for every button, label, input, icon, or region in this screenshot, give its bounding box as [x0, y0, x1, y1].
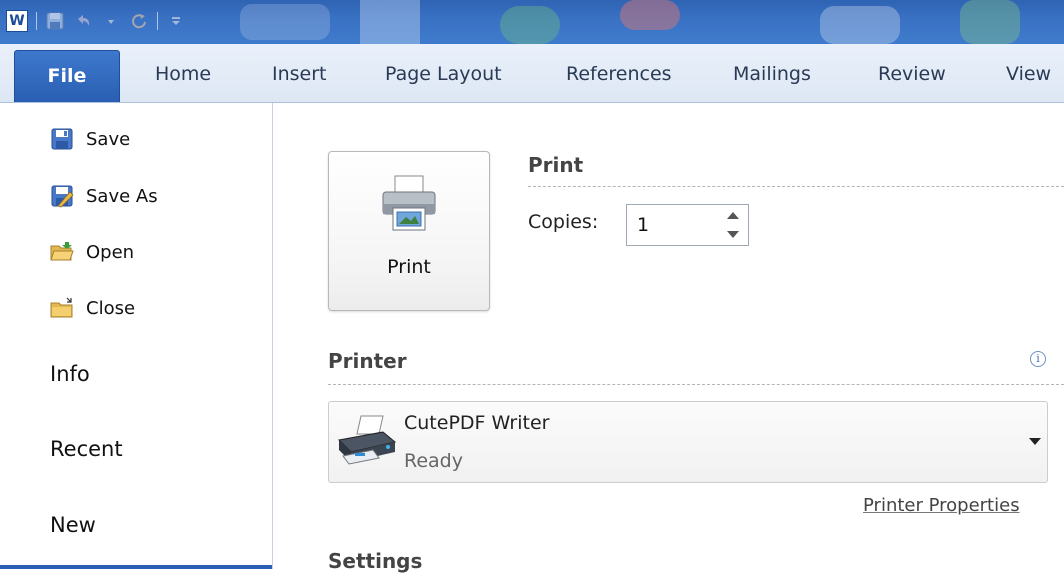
- save-icon[interactable]: [45, 11, 65, 31]
- spin-down-icon[interactable]: [727, 231, 739, 238]
- redo-icon[interactable]: [129, 11, 149, 31]
- save-icon: [50, 127, 74, 151]
- tab-review[interactable]: Review: [878, 58, 946, 90]
- print-button-label: Print: [387, 256, 431, 278]
- tab-view[interactable]: View: [1006, 58, 1051, 90]
- section-divider: [328, 384, 1064, 385]
- tab-page-layout[interactable]: Page Layout: [385, 58, 502, 90]
- printer-section-title: Printer: [328, 349, 407, 373]
- toolbar-separator: [36, 12, 37, 30]
- tab-home[interactable]: Home: [155, 58, 211, 90]
- chevron-down-icon[interactable]: [101, 11, 121, 31]
- printer-name: CutePDF Writer: [404, 412, 550, 434]
- customize-icon[interactable]: [166, 11, 186, 31]
- print-section-title: Print: [528, 153, 584, 177]
- title-bar: W: [0, 0, 1064, 44]
- save-as-icon: [50, 184, 74, 208]
- nav-tab-info[interactable]: Info: [50, 362, 90, 386]
- open-folder-icon: [50, 240, 74, 264]
- section-divider: [528, 186, 1064, 187]
- chevron-down-icon[interactable]: [1029, 438, 1041, 445]
- close-command[interactable]: Close: [50, 292, 135, 324]
- open-command[interactable]: Open: [50, 236, 134, 268]
- printer-icon: [379, 174, 439, 234]
- nav-tab-new[interactable]: New: [50, 513, 96, 537]
- printer-device-icon: [333, 412, 399, 472]
- info-icon[interactable]: i: [1030, 351, 1046, 367]
- save-command[interactable]: Save: [50, 123, 130, 155]
- backstage-nav: Save Save As Open Close Info Recent New: [0, 103, 273, 569]
- printer-dropdown[interactable]: CutePDF Writer Ready: [328, 401, 1048, 483]
- tab-insert[interactable]: Insert: [272, 58, 327, 90]
- copies-label: Copies:: [528, 211, 599, 233]
- save-label: Save: [86, 128, 131, 150]
- close-folder-icon: [50, 296, 74, 320]
- nav-tab-recent[interactable]: Recent: [50, 437, 123, 461]
- open-label: Open: [86, 241, 135, 263]
- print-button[interactable]: Print: [328, 151, 490, 311]
- copies-spinner[interactable]: [722, 209, 744, 241]
- printer-status: Ready: [404, 450, 463, 472]
- save-as-label: Save As: [86, 185, 158, 207]
- word-icon[interactable]: W: [6, 10, 28, 32]
- nav-selection-bar: [0, 565, 272, 569]
- tab-mailings[interactable]: Mailings: [733, 58, 811, 90]
- copies-stepper[interactable]: 1: [626, 204, 749, 246]
- spin-up-icon[interactable]: [727, 212, 739, 219]
- printer-properties-link[interactable]: Printer Properties: [863, 495, 1020, 516]
- tab-file[interactable]: File: [14, 50, 120, 102]
- ribbon-tab-bar: File Home Insert Page Layout References …: [0, 44, 1064, 103]
- undo-icon[interactable]: [73, 11, 93, 31]
- print-panel: Print Print Copies: 1 Printer i CutePDF …: [273, 103, 1064, 573]
- tab-references[interactable]: References: [566, 58, 672, 90]
- close-label: Close: [86, 297, 136, 319]
- settings-section-title: Settings: [328, 549, 423, 573]
- toolbar-separator: [157, 12, 158, 30]
- copies-value: 1: [637, 214, 650, 236]
- quick-access-toolbar: W: [6, 8, 186, 34]
- save-as-command[interactable]: Save As: [50, 180, 158, 212]
